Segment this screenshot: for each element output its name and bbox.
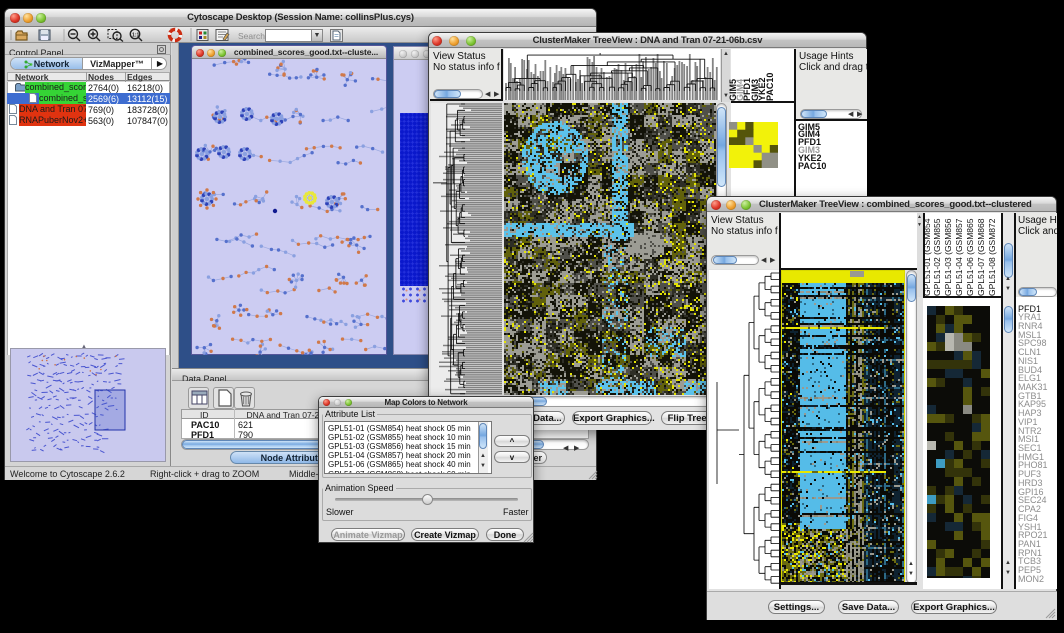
svg-text:1:1: 1:1 (132, 33, 139, 39)
